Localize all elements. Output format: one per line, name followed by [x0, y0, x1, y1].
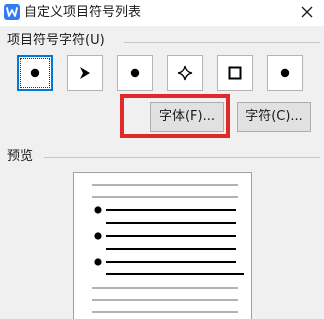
four-point-star-bullet-icon: [168, 56, 202, 90]
wps-writer-icon: [4, 4, 20, 20]
window-title: 自定义项目符号列表: [24, 5, 142, 20]
bullet-option-6[interactable]: [267, 55, 303, 91]
preview-bullet-line-2: [94, 232, 236, 250]
filled-circle-bullet-icon: [18, 56, 52, 90]
bullet-characters-label: 项目符号字符(U): [7, 32, 105, 50]
group-divider: [124, 42, 320, 43]
bullet-option-2[interactable]: [67, 55, 103, 91]
filled-circle-bullet-icon: [118, 56, 152, 90]
bullet-option-4[interactable]: [167, 55, 203, 91]
custom-bullet-dialog: 自定义项目符号列表 项目符号字符(U) 字体(F)... 字符(C)... 预览: [0, 0, 324, 319]
filled-circle-bullet-icon: [268, 56, 302, 90]
character-button[interactable]: 字符(C)...: [237, 102, 311, 132]
font-button[interactable]: 字体(F)...: [150, 102, 224, 132]
preview-bullet-line-3: [94, 258, 244, 275]
arrowhead-bullet-icon: [68, 56, 102, 90]
bullet-option-3[interactable]: [117, 55, 153, 91]
preview-label: 预览: [7, 148, 34, 166]
close-icon: [301, 6, 313, 18]
bullet-option-5[interactable]: [217, 55, 253, 91]
group-divider: [44, 157, 320, 158]
close-button[interactable]: [294, 1, 320, 25]
preview-pane: [73, 172, 252, 319]
hollow-square-bullet-icon: [218, 56, 252, 90]
bullet-option-1[interactable]: [17, 55, 53, 91]
title-bar: 自定义项目符号列表: [0, 0, 324, 26]
preview-bullet-line-1: [94, 206, 236, 224]
